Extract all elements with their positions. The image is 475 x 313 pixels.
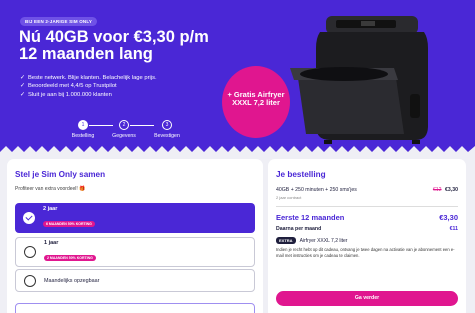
extra-item: Airfryer XXXL 7,2 liter — [299, 237, 348, 244]
continue-button[interactable]: Ga verder — [276, 291, 458, 306]
progress-stepper: 1 Bestelling 2 Gegevens 3 Bevestigen — [60, 120, 190, 145]
promo-line-2: XXXL 7,2 liter — [232, 98, 280, 107]
contract-duration: 2 jaar contract — [276, 195, 302, 200]
promo-circle: + Gratis Airfryer XXXL 7,2 liter — [222, 66, 290, 138]
option-title: 1 jaar — [44, 240, 59, 246]
gift-icon: 🎁 — [79, 186, 86, 192]
radio-checked-icon[interactable] — [23, 212, 35, 224]
step-label: Bevestigen — [154, 133, 180, 139]
radio-icon[interactable] — [24, 274, 36, 287]
option-title: Maandelijks opzegbaar — [44, 277, 100, 284]
airfryer-image — [290, 16, 428, 144]
option-2-jaar[interactable]: 2 jaar 6 MAANDEN 50% KORTING — [15, 203, 255, 233]
check-icon: ✓ — [20, 91, 26, 98]
radio-icon[interactable] — [24, 246, 36, 258]
bundle-name: 40GB + 250 minuten + 250 sms'jes — [276, 187, 357, 193]
option-1-jaar[interactable]: 1 jaar 2 MAANDEN 50% KORTING — [15, 237, 255, 267]
check-icon: ✓ — [20, 83, 26, 90]
hero-headline: Nú 40GB voor €3,30 p/m 12 maanden lang — [19, 29, 219, 63]
first-months-price: €3,30 — [439, 213, 458, 222]
step-label: Bestelling — [71, 133, 95, 139]
step-label: Gegevens — [112, 133, 136, 139]
check-icon: ✓ — [20, 75, 26, 81]
discount-pill: 6 MAANDEN 50% KORTING — [43, 221, 95, 227]
usp-item: ✓ Beste netwerk. Blije klanten. Belacheli… — [20, 75, 157, 81]
after-label: Daarna per maand — [276, 226, 322, 232]
configure-card: Stel je Sim Only samen Profiteer van ext… — [7, 159, 263, 313]
option-title: 2 jaar — [43, 206, 58, 212]
bundle-row: 40GB + 250 minuten + 250 sms'jes €12 €3,… — [276, 187, 458, 193]
step-bevestigen: 3 Bevestigen — [144, 120, 190, 139]
extra-badge: EXTRA — [276, 237, 296, 244]
step-number: 1 — [78, 120, 88, 130]
headline-line-2: 12 maanden lang — [19, 45, 153, 63]
headline-line-1: Nú 40GB voor €3,30 p/m — [19, 28, 209, 46]
configure-title: Stel je Sim Only samen — [15, 170, 106, 179]
hero-zigzag-edge — [0, 146, 475, 152]
usp-item: ✓ Beoordeeld met 4,4/5 op Trustpilot — [20, 83, 117, 90]
discount-pill: 2 MAANDEN 50% KORTING — [44, 255, 96, 261]
first-months-row: Eerste 12 maanden €3,30 — [276, 213, 458, 222]
usp-item: ✓ Sluit je aan bij 1.000.000 klanten — [20, 91, 112, 98]
order-title: Je bestelling — [276, 170, 326, 179]
step-bestelling: 1 Bestelling — [60, 120, 106, 139]
hero-badge: BIJ EEN 2-JARIGE SIM ONLY — [20, 17, 98, 26]
after-price: €11 — [449, 226, 458, 232]
new-price: €3,30 — [445, 187, 458, 193]
step-number: 2 — [119, 120, 129, 130]
configure-subtitle: Profiteer van extra voordeel! 🎁 — [15, 186, 86, 192]
option-maandelijks[interactable]: Maandelijks opzegbaar — [15, 269, 255, 292]
step-gegevens: 2 Gegevens — [101, 120, 147, 139]
after-row: Daarna per maand €11 — [276, 226, 458, 232]
extra-row: EXTRA Airfryer XXXL 7,2 liter — [276, 237, 347, 244]
old-price: €12 — [432, 187, 442, 193]
gift-note: Indien je recht hebt op dit cadeau, ontv… — [276, 247, 455, 259]
usp-list: ✓ Beste netwerk. Blije klanten. Belacheli… — [20, 74, 157, 99]
order-summary-card: Je bestelling 40GB + 250 minuten + 250 s… — [268, 159, 466, 313]
addon-box[interactable] — [15, 303, 255, 313]
hero-banner: BIJ EEN 2-JARIGE SIM ONLY Nú 40GB voor €… — [0, 0, 475, 152]
step-number: 3 — [162, 120, 172, 130]
first-months-label: Eerste 12 maanden — [276, 213, 345, 222]
divider — [276, 206, 458, 207]
